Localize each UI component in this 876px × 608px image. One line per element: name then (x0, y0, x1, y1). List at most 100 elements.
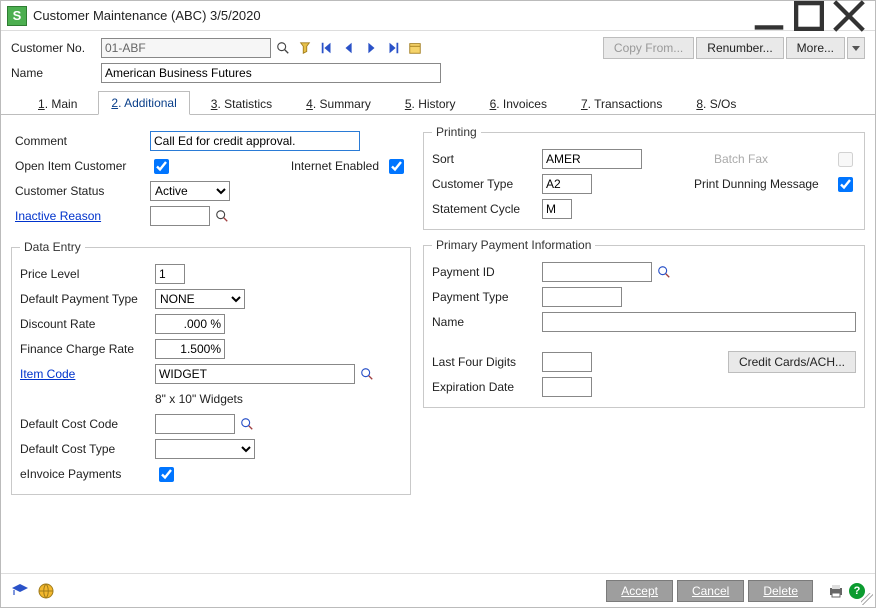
window: S Customer Maintenance (ABC) 3/5/2020 Cu… (0, 0, 876, 608)
body: Comment Open Item Customer Internet Enab… (1, 115, 875, 573)
payment-type-input[interactable] (542, 287, 622, 307)
tab-additional[interactable]: 2. Additional (98, 91, 189, 115)
default-payment-type-label: Default Payment Type (20, 292, 155, 306)
einvoice-payments-checkbox[interactable] (159, 467, 174, 482)
batch-fax-label: Batch Fax (714, 152, 834, 166)
printing-group: Printing Sort Batch Fax Customer Type Pr… (423, 125, 865, 230)
titlebar: S Customer Maintenance (ABC) 3/5/2020 (1, 1, 875, 31)
expiration-date-input[interactable] (542, 377, 592, 397)
print-dunning-label: Print Dunning Message (694, 177, 834, 191)
copy-from-button[interactable]: Copy From... (603, 37, 694, 59)
tab-invoices[interactable]: 6. Invoices (477, 92, 560, 115)
sort-label: Sort (432, 152, 542, 166)
close-button[interactable] (829, 5, 869, 27)
primary-payment-legend: Primary Payment Information (432, 238, 595, 252)
more-dropdown-caret-icon[interactable] (847, 37, 865, 59)
lookup-icon[interactable] (273, 38, 293, 58)
payment-name-label: Name (432, 315, 542, 329)
general-section: Comment Open Item Customer Internet Enab… (11, 125, 411, 232)
expiration-date-label: Expiration Date (432, 380, 542, 394)
open-item-checkbox[interactable] (154, 159, 169, 174)
payment-id-input[interactable] (542, 262, 652, 282)
top-button-row: Copy From... Renumber... More... (603, 37, 865, 59)
inactive-reason-lookup-icon[interactable] (212, 206, 232, 226)
print-dunning-checkbox[interactable] (838, 177, 853, 192)
statement-cycle-label: Statement Cycle (432, 202, 542, 216)
batch-fax-checkbox (838, 152, 853, 167)
tab-main[interactable]: 1. Main (25, 92, 90, 115)
item-code-description: 8" x 10" Widgets (155, 392, 243, 406)
inactive-reason-link[interactable]: Inactive Reason (15, 209, 150, 223)
finance-charge-rate-input[interactable] (155, 339, 225, 359)
customer-type-input[interactable] (542, 174, 592, 194)
comment-label: Comment (15, 134, 150, 148)
discount-rate-label: Discount Rate (20, 317, 155, 331)
discount-rate-input[interactable] (155, 314, 225, 334)
sort-input[interactable] (542, 149, 642, 169)
resize-grip-icon[interactable] (861, 593, 873, 605)
tab-transactions[interactable]: 7. Transactions (568, 92, 675, 115)
primary-payment-group: Primary Payment Information Payment ID P… (423, 238, 865, 408)
cancel-button[interactable]: Cancel (677, 580, 744, 602)
statement-cycle-input[interactable] (542, 199, 572, 219)
internet-enabled-checkbox[interactable] (389, 159, 404, 174)
internet-enabled-label: Internet Enabled (291, 159, 379, 173)
last-four-label: Last Four Digits (432, 355, 542, 369)
default-cost-code-input[interactable] (155, 414, 235, 434)
inactive-reason-input[interactable] (150, 206, 210, 226)
payment-id-label: Payment ID (432, 265, 542, 279)
tab-s-os[interactable]: 8. S/Os (683, 92, 749, 115)
last-record-icon[interactable] (383, 38, 403, 58)
customer-type-label: Customer Type (432, 177, 542, 191)
customer-no-input[interactable] (101, 38, 271, 58)
price-level-input[interactable] (155, 264, 185, 284)
comment-input[interactable] (150, 131, 360, 151)
payment-id-lookup-icon[interactable] (654, 262, 674, 282)
finance-charge-rate-label: Finance Charge Rate (20, 342, 155, 356)
data-entry-legend: Data Entry (20, 240, 85, 254)
default-cost-code-label: Default Cost Code (20, 417, 155, 431)
app-logo: S (7, 6, 27, 26)
first-record-icon[interactable] (317, 38, 337, 58)
calendar-icon[interactable] (405, 38, 425, 58)
tab-history[interactable]: 5. History (392, 92, 469, 115)
window-title: Customer Maintenance (ABC) 3/5/2020 (33, 8, 749, 23)
customer-status-label: Customer Status (15, 184, 150, 198)
name-label: Name (11, 66, 101, 80)
open-item-label: Open Item Customer (15, 159, 150, 173)
globe-icon[interactable] (37, 582, 55, 600)
tab-statistics[interactable]: 3. Statistics (198, 92, 285, 115)
name-input[interactable] (101, 63, 441, 83)
customer-no-label: Customer No. (11, 41, 101, 55)
credit-cards-ach-button[interactable]: Credit Cards/ACH... (728, 351, 856, 373)
graduation-cap-icon[interactable] (11, 582, 29, 600)
tab-summary[interactable]: 4. Summary (293, 92, 384, 115)
price-level-label: Price Level (20, 267, 155, 281)
customer-status-select[interactable]: Active (150, 181, 230, 201)
accept-button[interactable]: Accept (606, 580, 673, 602)
data-entry-group: Data Entry Price Level Default Payment T… (11, 240, 411, 495)
payment-name-input[interactable] (542, 312, 856, 332)
printing-legend: Printing (432, 125, 481, 139)
more-button[interactable]: More... (786, 37, 845, 59)
item-code-lookup-icon[interactable] (357, 364, 377, 384)
header-area: Customer No. Cop (1, 31, 875, 91)
default-cost-type-select[interactable] (155, 439, 255, 459)
bottom-bar: Accept Cancel Delete ? (1, 573, 875, 607)
next-record-icon[interactable] (361, 38, 381, 58)
minimize-button[interactable] (749, 5, 789, 27)
maximize-button[interactable] (789, 5, 829, 27)
delete-button[interactable]: Delete (748, 580, 813, 602)
item-code-link[interactable]: Item Code (20, 367, 155, 381)
renumber-button[interactable]: Renumber... (696, 37, 783, 59)
default-payment-type-select[interactable]: NONE (155, 289, 245, 309)
tab-strip: 1. Main 2. Additional 3. Statistics 4. Summ… (1, 91, 875, 115)
flashlight-icon[interactable] (295, 38, 315, 58)
item-code-input[interactable] (155, 364, 355, 384)
printer-icon[interactable] (827, 582, 845, 600)
last-four-input[interactable] (542, 352, 592, 372)
default-cost-type-label: Default Cost Type (20, 442, 155, 456)
default-cost-code-lookup-icon[interactable] (237, 414, 257, 434)
einvoice-payments-label: eInvoice Payments (20, 467, 155, 481)
prev-record-icon[interactable] (339, 38, 359, 58)
